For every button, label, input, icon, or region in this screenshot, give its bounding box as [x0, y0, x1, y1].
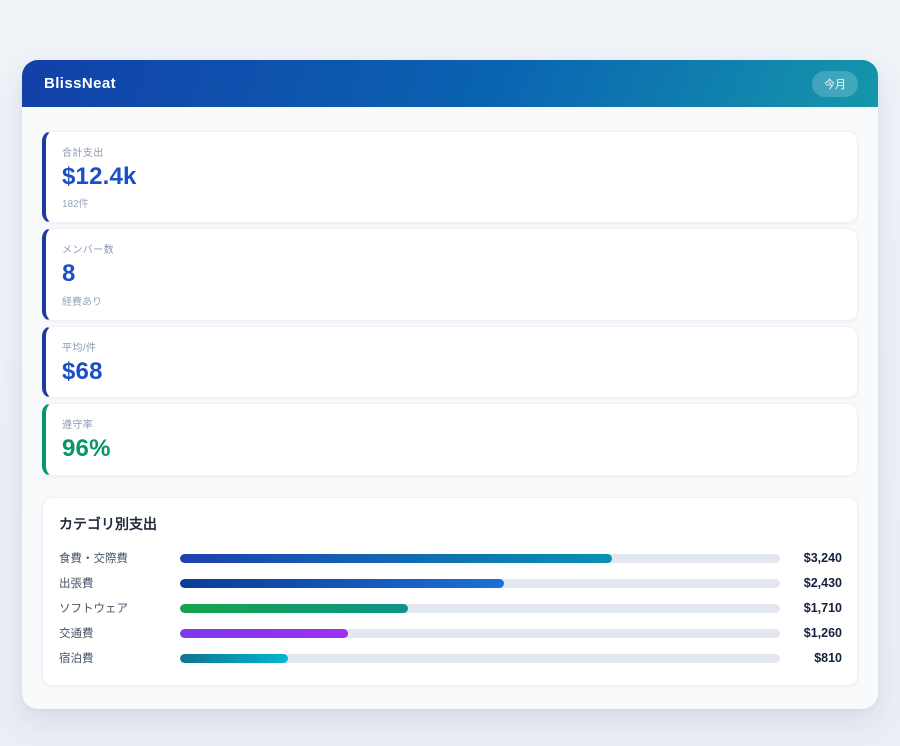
dashboard-card: BlissNeat 今月 合計支出 $12.4k 182件 メンバー数 8 経費…: [22, 60, 878, 709]
stat-label: メンバー数: [62, 241, 839, 256]
stat-value: 96%: [62, 436, 839, 462]
bar-track: [180, 604, 780, 613]
category-panel-title: カテゴリ別支出: [59, 514, 842, 534]
category-value: $3,240: [780, 551, 842, 565]
bar-fill: [180, 554, 612, 563]
category-label: ソフトウェア: [59, 600, 180, 616]
bar-fill: [180, 579, 504, 588]
app-title: BlissNeat: [44, 75, 116, 92]
app-header: BlissNeat 今月: [22, 60, 878, 107]
category-value: $1,710: [780, 601, 842, 615]
app-body: 合計支出 $12.4k 182件 メンバー数 8 経費あり 平均/件 $68 遵…: [22, 107, 878, 709]
stat-sublabel: 経費あり: [62, 293, 839, 308]
category-label: 出張費: [59, 575, 180, 591]
category-label: 交通費: [59, 625, 180, 641]
category-row-food-entertainment: 食費・交際費 $3,240: [59, 546, 842, 571]
bar-track: [180, 554, 780, 563]
stat-label: 合計支出: [62, 144, 839, 159]
category-label: 宿泊費: [59, 650, 180, 666]
bar-fill: [180, 629, 348, 638]
stat-card-average-per-item: 平均/件 $68: [42, 326, 858, 398]
category-row-software: ソフトウェア $1,710: [59, 596, 842, 621]
stat-label: 平均/件: [62, 339, 839, 354]
stat-card-compliance-rate: 遵守率 96%: [42, 403, 858, 475]
stat-value: 8: [62, 261, 839, 287]
stat-card-member-count: メンバー数 8 経費あり: [42, 228, 858, 320]
bar-track: [180, 629, 780, 638]
category-spend-panel: カテゴリ別支出 食費・交際費 $3,240 出張費 $2,430 ソフトウェア …: [42, 497, 858, 686]
category-row-business-travel: 出張費 $2,430: [59, 571, 842, 596]
period-badge[interactable]: 今月: [812, 71, 858, 97]
stat-card-total-spend: 合計支出 $12.4k 182件: [42, 131, 858, 223]
bar-track: [180, 654, 780, 663]
category-label: 食費・交際費: [59, 550, 180, 566]
stat-value: $68: [62, 359, 839, 385]
category-row-transportation: 交通費 $1,260: [59, 621, 842, 646]
category-value: $1,260: [780, 626, 842, 640]
stat-label: 遵守率: [62, 416, 839, 431]
category-value: $810: [780, 651, 842, 665]
stat-value: $12.4k: [62, 164, 839, 190]
category-row-lodging: 宿泊費 $810: [59, 646, 842, 671]
bar-fill: [180, 654, 288, 663]
stats-column: 合計支出 $12.4k 182件 メンバー数 8 経費あり 平均/件 $68 遵…: [42, 131, 858, 476]
bar-fill: [180, 604, 408, 613]
category-value: $2,430: [780, 576, 842, 590]
stat-sublabel: 182件: [62, 195, 839, 210]
bar-track: [180, 579, 780, 588]
